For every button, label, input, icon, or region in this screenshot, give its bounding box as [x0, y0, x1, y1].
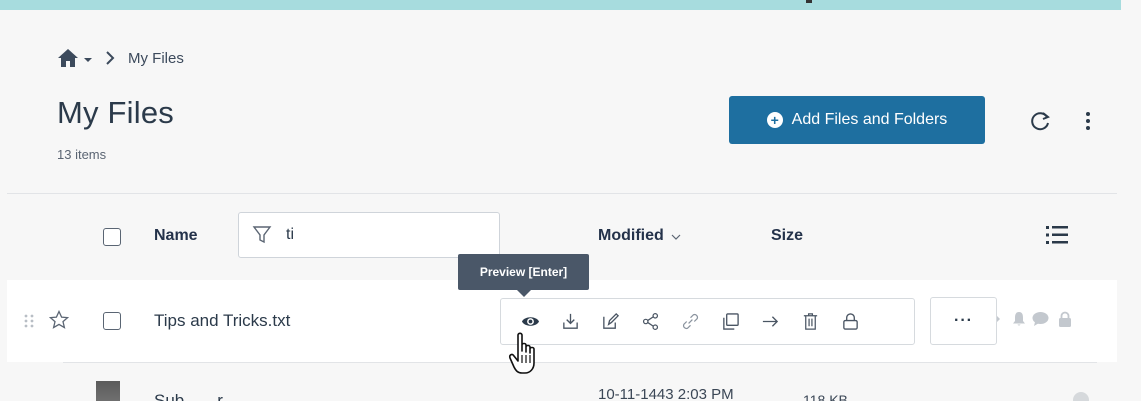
top-bar-gap: [1121, 0, 1141, 10]
drag-handle-icon[interactable]: [24, 314, 34, 328]
more-actions-button[interactable]: ···: [930, 297, 997, 345]
column-header-modified[interactable]: Modified: [598, 227, 681, 245]
eye-icon: [521, 317, 539, 326]
edit-button[interactable]: [590, 307, 630, 337]
add-files-label: Add Files and Folders: [791, 111, 948, 128]
chevron-right-icon: [997, 316, 1000, 322]
refresh-icon[interactable]: [1030, 110, 1052, 132]
copy-button[interactable]: [710, 307, 750, 337]
breadcrumb: My Files: [57, 46, 184, 70]
plus-circle-icon: +: [766, 112, 783, 128]
lock-button[interactable]: [830, 307, 870, 337]
home-icon[interactable]: [57, 48, 79, 68]
file-manager: My Files My Files 13 items + Add Files a…: [0, 0, 1141, 401]
column-header-size[interactable]: Size: [771, 227, 803, 245]
item-count: 13 items: [57, 147, 107, 162]
copy-icon: [722, 313, 739, 330]
status-icon: [1073, 392, 1089, 401]
delete-button[interactable]: [790, 307, 830, 337]
preview-tooltip: Preview [Enter]: [458, 254, 589, 290]
star-icon[interactable]: [49, 310, 69, 330]
breadcrumb-current[interactable]: My Files: [128, 50, 184, 67]
download-button[interactable]: [550, 307, 590, 337]
lock-status-icon[interactable]: [1057, 311, 1073, 327]
file-size: 118 KB: [803, 392, 848, 401]
download-icon: [562, 313, 578, 329]
file-thumbnail: [96, 381, 120, 401]
move-button[interactable]: [750, 307, 790, 337]
add-files-button[interactable]: + Add Files and Folders: [729, 96, 985, 144]
top-progress-bar: [0, 0, 1121, 10]
list-view-icon[interactable]: [1046, 225, 1068, 245]
filter-icon: [252, 226, 272, 244]
hand-cursor-icon: [509, 332, 535, 374]
sort-down-icon: [671, 234, 681, 240]
more-vertical-icon[interactable]: [1085, 111, 1091, 131]
modified-label: Modified: [598, 227, 664, 244]
column-header-name[interactable]: Name: [154, 227, 198, 245]
edit-icon: [602, 312, 619, 329]
lock-icon: [842, 313, 858, 330]
file-name[interactable]: Sub... ...r: [154, 391, 223, 401]
link-icon: [682, 313, 698, 330]
select-all-checkbox[interactable]: [103, 228, 121, 246]
share-icon: [642, 312, 658, 331]
chevron-right-icon: [106, 51, 115, 65]
link-button[interactable]: [670, 307, 710, 337]
page-title: My Files: [57, 95, 174, 130]
move-icon: [762, 316, 778, 327]
share-button[interactable]: [630, 307, 670, 337]
top-bar-marker: [806, 0, 812, 3]
row-checkbox[interactable]: [103, 312, 121, 330]
name-filter[interactable]: [238, 212, 500, 258]
tooltip-arrow: [517, 290, 531, 297]
chevron-down-icon[interactable]: [83, 55, 93, 65]
filter-input[interactable]: [286, 226, 486, 244]
row-status-icons: [996, 311, 1073, 327]
file-name[interactable]: Tips and Tricks.txt: [154, 311, 290, 331]
comment-icon[interactable]: [1032, 311, 1049, 327]
file-modified: 10-11-1443 2:03 PM: [598, 386, 734, 401]
row-action-bar: [500, 298, 915, 345]
delete-icon: [803, 313, 817, 330]
bell-icon[interactable]: [1011, 311, 1027, 327]
